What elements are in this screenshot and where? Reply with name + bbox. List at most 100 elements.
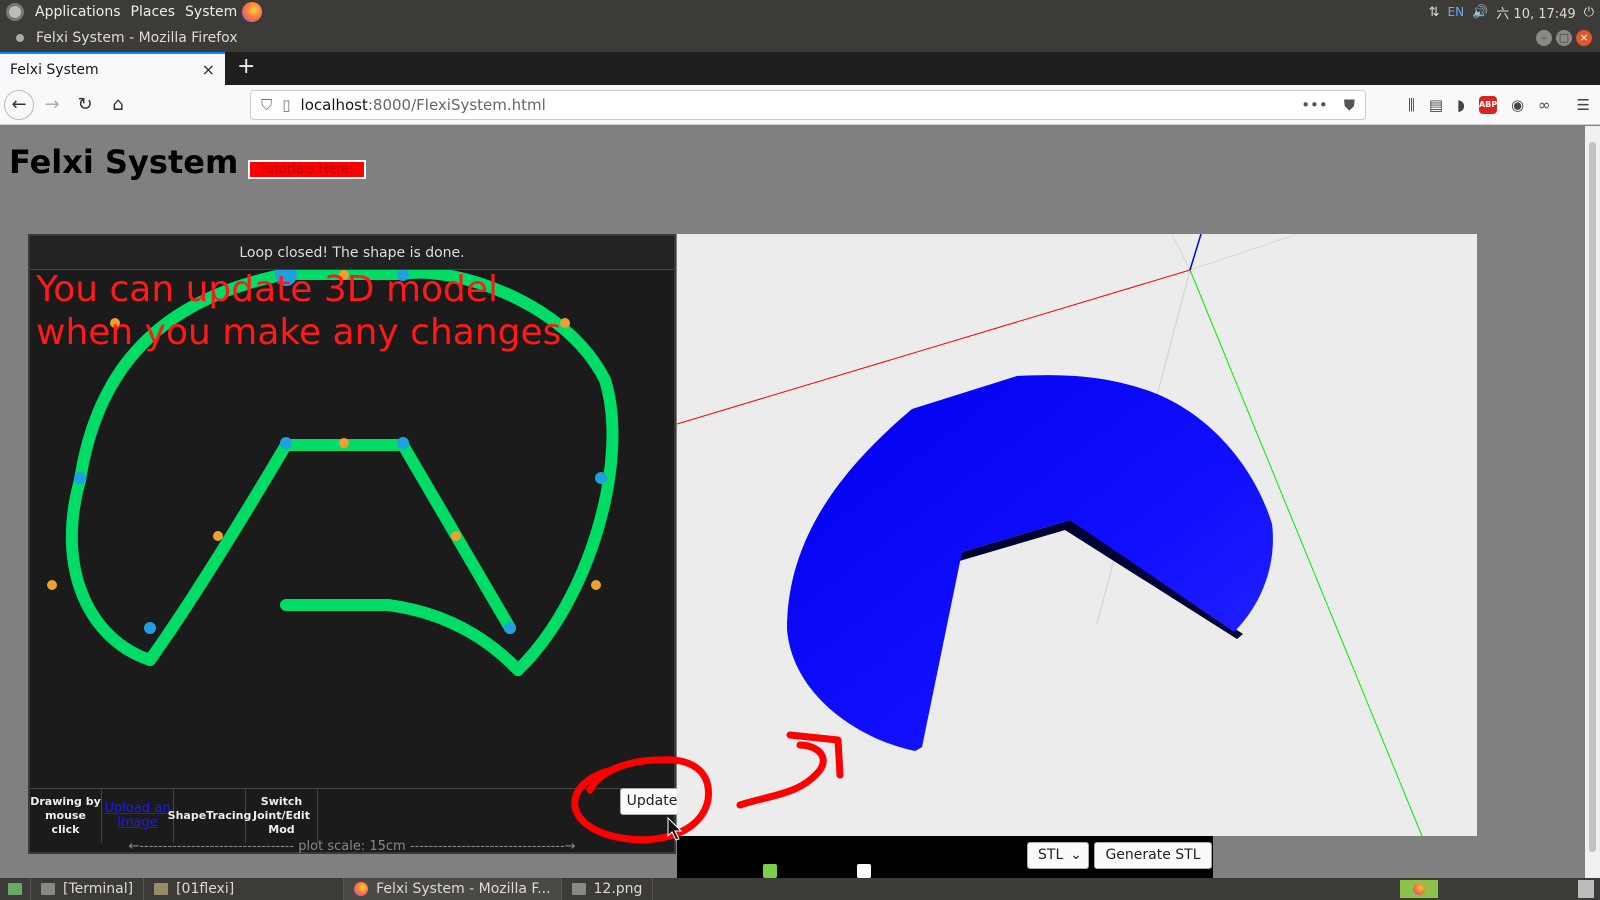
window-title: Felxi System - Mozilla Firefox	[36, 30, 238, 46]
taskbar-item-terminal[interactable]: [Terminal]	[31, 878, 145, 900]
taskbar-item-image[interactable]: 12.png	[562, 878, 654, 900]
page-actions-icon[interactable]: •••	[1301, 96, 1328, 114]
workspace-switcher[interactable]	[1400, 880, 1438, 898]
page-info-icon[interactable]: ▯	[282, 96, 290, 114]
ubuntu-logo-icon[interactable]	[6, 3, 24, 21]
places-menu[interactable]: Places	[126, 4, 181, 20]
taskbar-item-folder[interactable]: [01flexi]	[144, 878, 345, 900]
generate-stl-button[interactable]: Generate STL	[1094, 842, 1212, 869]
menu-icon[interactable]: ☰	[1577, 96, 1590, 114]
3d-model	[787, 375, 1273, 751]
home-button[interactable]: ⌂	[103, 90, 133, 120]
pocket-icon[interactable]: ⛊	[1344, 96, 1355, 114]
tutorials-button[interactable]: Tutorials Here!	[248, 160, 366, 179]
top-panel: Applications Places System ⇅ EN 🔊 六 10, …	[0, 0, 1600, 24]
tool-row: Drawing by mouse click Upload an image S…	[30, 788, 674, 843]
back-button[interactable]: ←	[4, 89, 34, 120]
keyboard-locale[interactable]: EN	[1448, 5, 1465, 19]
status-message: Loop closed! The shape is done.	[30, 236, 674, 270]
scale-label: plot scale: 15cm	[298, 839, 406, 854]
close-tab-icon[interactable]: ×	[202, 60, 215, 79]
grid-line	[1171, 234, 1191, 271]
browser-tab[interactable]: Felxi System ×	[0, 52, 225, 85]
joint-point	[504, 622, 516, 634]
annotation-text: You can update 3D model when you make an…	[36, 268, 561, 354]
shape-tracing-button[interactable]: ShapeTracing	[168, 789, 251, 843]
3d-scene[interactable]	[677, 234, 1477, 836]
update-button[interactable]: Update	[620, 788, 684, 815]
firefox-icon	[354, 882, 369, 896]
upload-image-link[interactable]: Upload an image	[102, 789, 174, 843]
grid-line	[1189, 234, 1298, 271]
url-path: :8000/FlexiSystem.html	[367, 95, 546, 114]
plot-scale: ←--------------------------------- plot …	[30, 840, 674, 856]
url-host: localhost	[300, 95, 368, 114]
control-point	[213, 531, 223, 541]
maximize-button[interactable]: □	[1556, 30, 1572, 46]
firefox-launcher-icon[interactable]	[242, 2, 263, 22]
taskbar-label: Felxi System - Mozilla F...	[376, 881, 551, 897]
system-menu[interactable]: System	[180, 4, 242, 20]
desktop-icon	[8, 883, 22, 895]
nav-bar: ← → ↻ ⌂ ⛉ ▯ localhost :8000/FlexiSystem.…	[0, 85, 1600, 125]
page-scrollbar[interactable]	[1585, 126, 1600, 878]
tab-bar: Felxi System × +	[0, 52, 1600, 85]
applications-menu[interactable]: Applications	[30, 4, 126, 20]
joint-point	[280, 437, 292, 449]
window-titlebar: Felxi System - Mozilla Firefox – □ ×	[0, 24, 1600, 52]
format-select-value: STL	[1038, 847, 1064, 863]
network-icon[interactable]: ⇅	[1429, 5, 1440, 20]
volume-icon[interactable]: 🔊	[1472, 5, 1488, 20]
page-title: Felxi System	[9, 143, 239, 181]
taskbar-item-firefox[interactable]: Felxi System - Mozilla F...	[344, 878, 562, 900]
taskbar-label: 12.png	[593, 881, 643, 897]
minimize-button[interactable]: –	[1536, 30, 1552, 46]
checkbox-checked[interactable]	[763, 864, 777, 878]
new-tab-button[interactable]: +	[225, 52, 267, 85]
control-point	[339, 438, 349, 448]
adblock-icon[interactable]: ABP	[1478, 95, 1497, 114]
image-icon	[571, 883, 586, 895]
control-point	[560, 318, 570, 328]
sidebar-icon[interactable]: ▤	[1429, 96, 1443, 114]
control-point	[451, 531, 461, 541]
drawing-mode-button[interactable]: Drawing by mouse click	[30, 789, 102, 843]
power-icon[interactable]: ⏻	[1584, 5, 1594, 20]
chevron-down-icon: ⌄	[1070, 847, 1082, 863]
switch-mode-button[interactable]: Switch Joint/Edit Mod	[246, 789, 318, 843]
joint-point	[74, 472, 86, 484]
library-icon[interactable]: ⫼	[1408, 96, 1415, 114]
taskbar-label: [01flexi]	[176, 881, 235, 897]
shield-icon[interactable]: ⛉	[261, 96, 272, 114]
checkbox-unchecked[interactable]	[857, 864, 871, 878]
scrollbar-thumb[interactable]	[1589, 142, 1596, 852]
account-icon[interactable]: ◉	[1511, 96, 1524, 114]
show-desktop-button[interactable]	[0, 878, 31, 900]
firefox-workspace-icon	[1413, 883, 1425, 895]
export-bar: STL ⌄ Generate STL	[677, 836, 1213, 878]
control-point	[591, 580, 601, 590]
3d-viewer[interactable]	[677, 234, 1477, 836]
z-axis-line	[1189, 234, 1202, 271]
close-window-button[interactable]: ×	[1576, 30, 1592, 46]
page-content: Felxi System Tutorials Here! Loop closed…	[0, 126, 1585, 878]
url-bar[interactable]: ⛉ ▯ localhost :8000/FlexiSystem.html •••…	[250, 89, 1366, 120]
forward-button[interactable]: →	[37, 90, 67, 120]
joint-point	[595, 472, 607, 484]
taskbar: [Terminal] [01flexi] Felxi System - Mozi…	[0, 878, 1600, 900]
annotation-line-1: You can update 3D model	[36, 269, 499, 310]
joint-point	[144, 622, 156, 634]
window-menu-icon[interactable]	[16, 34, 24, 42]
clock[interactable]: 六 10, 17:49	[1496, 3, 1575, 22]
trash-icon[interactable]	[1578, 880, 1594, 898]
extension-icon[interactable]: ∞	[1538, 96, 1551, 114]
scale-arrow-left: ←---------------------------------	[128, 839, 299, 854]
taskbar-label: [Terminal]	[63, 881, 134, 897]
reader-extension-icon[interactable]: ◗	[1457, 96, 1465, 114]
format-select[interactable]: STL ⌄	[1027, 842, 1089, 869]
reload-button[interactable]: ↻	[70, 90, 100, 120]
joint-point	[397, 437, 409, 449]
scale-arrow-right: ---------------------------------→	[405, 839, 576, 854]
folder-icon	[154, 883, 169, 895]
tab-title: Felxi System	[10, 61, 99, 78]
